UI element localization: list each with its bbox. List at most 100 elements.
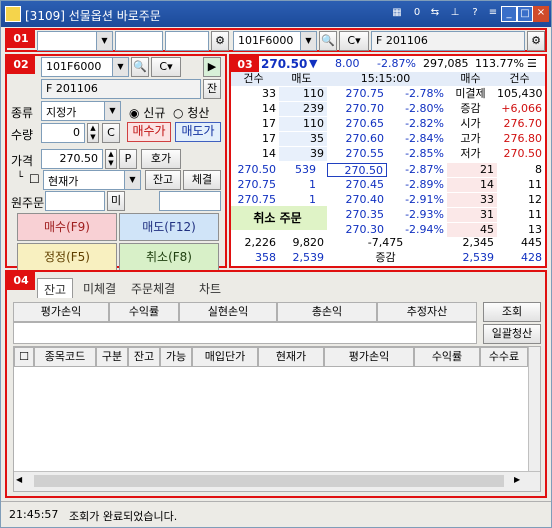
col-balance: 잔고 xyxy=(128,347,160,367)
filter-icon[interactable]: C▾ xyxy=(151,57,181,77)
help-icon[interactable]: ? xyxy=(467,6,483,22)
bid-price[interactable]: 270.50 xyxy=(327,163,387,177)
price-stepper[interactable]: ▲ ▼ xyxy=(105,149,117,169)
ask-price[interactable]: 270.55 xyxy=(327,147,387,161)
ask-qty[interactable]: 239 xyxy=(279,102,327,116)
ask-qty[interactable]: 39 xyxy=(279,147,327,161)
select-all-checkbox[interactable]: ☐ xyxy=(14,347,34,367)
account-name-field[interactable] xyxy=(115,31,163,51)
bid-qty[interactable]: 21 xyxy=(447,163,497,177)
bulk-close-button[interactable]: 일괄청산 xyxy=(483,324,541,344)
current-price-select[interactable]: 현재가 ▼ xyxy=(43,170,141,190)
order-type-select[interactable]: 지정가 ▼ xyxy=(41,101,121,121)
ask-qty[interactable]: 35 xyxy=(279,132,327,146)
order-name-field: F 201106 xyxy=(41,79,201,99)
list-icon[interactable]: ≡ xyxy=(485,6,501,22)
ask-rate: -2.84% xyxy=(405,132,444,145)
query-button[interactable]: 조회 xyxy=(483,302,541,322)
ask-qty[interactable]: 110 xyxy=(279,87,327,101)
ask-price[interactable]: 270.70 xyxy=(327,102,387,116)
pin-icon[interactable]: ⊥ xyxy=(447,6,463,22)
layout-icon[interactable]: ▦ xyxy=(389,6,405,22)
cancel-order-button[interactable]: 취소 주문 xyxy=(231,206,327,230)
bid-price[interactable]: 270.45 xyxy=(327,178,387,192)
tab-unfilled[interactable]: 미체결 xyxy=(77,278,122,298)
ask-qty[interactable]: 110 xyxy=(279,117,327,131)
ask-price[interactable]: 270.65 xyxy=(327,117,387,131)
new-radio[interactable]: ◉ 신규 xyxy=(129,104,165,121)
tab-order-exec[interactable]: 주문체결 xyxy=(125,278,181,298)
col-type: 구분 xyxy=(96,347,128,367)
order-code-field[interactable]: 101F6000 ▼ xyxy=(41,57,129,77)
sell-button[interactable]: 매도(F12) xyxy=(119,213,219,241)
orig-qty-input[interactable] xyxy=(159,191,221,211)
bid-rate: -2.87% xyxy=(405,163,444,176)
ask-price[interactable]: 270.75 xyxy=(327,87,387,101)
scroll-thumb[interactable] xyxy=(34,475,504,487)
bid-price[interactable]: 270.35 xyxy=(327,208,387,222)
modify-button[interactable]: 정정(F5) xyxy=(17,243,117,271)
sell-price-button[interactable]: 매도가 xyxy=(175,122,221,142)
menu-icon[interactable]: ☰ xyxy=(527,57,540,71)
bid-price[interactable]: 270.30 xyxy=(327,223,387,237)
section-badge-01: 01 xyxy=(7,30,35,48)
quote-button[interactable]: 호가 xyxy=(141,149,181,169)
close-button[interactable]: × xyxy=(533,6,549,22)
p-button[interactable]: P xyxy=(119,149,137,169)
orig-order-input[interactable] xyxy=(45,191,105,211)
ask-count: 17 xyxy=(262,132,276,145)
chevron-down-icon[interactable]: ▼ xyxy=(96,32,112,50)
vertical-scrollbar[interactable] xyxy=(528,347,540,471)
section-02: 02 101F6000 ▼ 🔍 C▾ ▶ F 201106 잔 종류 지정가 ▼… xyxy=(5,54,227,271)
bid-qty[interactable]: 31 xyxy=(447,208,497,222)
horizontal-scrollbar[interactable]: ◀ ▶ xyxy=(14,471,540,491)
account-select[interactable]: ▼ xyxy=(37,31,113,51)
chevron-down-icon[interactable]: ▼ xyxy=(112,58,128,76)
maximize-button[interactable]: □ xyxy=(517,6,533,22)
zero-icon[interactable]: 0 xyxy=(409,6,425,22)
clear-button[interactable]: C xyxy=(102,123,120,143)
balance2-button[interactable]: 잔고 xyxy=(145,170,181,190)
search-icon[interactable]: 🔍 xyxy=(131,57,149,77)
scroll-right-icon[interactable]: ▶ xyxy=(514,475,526,487)
price-input[interactable]: 270.50 xyxy=(41,149,103,169)
exec-button[interactable]: 체결 xyxy=(183,170,221,190)
chevron-down-icon[interactable]: ▼ xyxy=(124,171,140,189)
scroll-left-icon[interactable]: ◀ xyxy=(16,475,28,487)
qty-input[interactable]: 0 xyxy=(41,123,85,143)
bid-qty[interactable]: 14 xyxy=(447,178,497,192)
buy-price-button[interactable]: 매수가 xyxy=(127,122,171,142)
bid-count: 11 xyxy=(528,208,542,221)
trade-qty: 1 xyxy=(309,178,316,191)
bid-price[interactable]: 270.40 xyxy=(327,193,387,207)
chevron-down-icon[interactable]: ▼ xyxy=(104,102,120,120)
link-icon[interactable]: ⇆ xyxy=(427,6,443,22)
balance-button[interactable]: 잔 xyxy=(203,79,221,99)
cancel-button[interactable]: 취소(F8) xyxy=(119,243,219,271)
settings-icon[interactable]: ⚙ xyxy=(527,31,545,51)
password-field[interactable] xyxy=(165,31,209,51)
bid-count: 13 xyxy=(528,223,542,236)
info-label: 증감 xyxy=(460,102,481,115)
ask-rate: -2.80% xyxy=(405,102,444,115)
section-badge-04: 04 xyxy=(7,272,35,290)
buy-button[interactable]: 매수(F9) xyxy=(17,213,117,241)
mi-button[interactable]: 미 xyxy=(107,191,125,211)
close-radio[interactable]: ○ 청산 xyxy=(173,104,209,121)
bid-qty[interactable]: 45 xyxy=(447,223,497,237)
right-code-field[interactable]: 101F6000 ▼ xyxy=(233,31,317,51)
tab-chart[interactable]: 차트 xyxy=(193,278,227,298)
qty-stepper[interactable]: ▲ ▼ xyxy=(87,123,99,143)
header-buy-qty: 매수 xyxy=(447,72,497,86)
change-label: 증감 xyxy=(375,251,396,264)
minimize-button[interactable]: _ xyxy=(501,6,517,22)
filter-icon[interactable]: C▾ xyxy=(339,31,369,51)
ask-price[interactable]: 270.60 xyxy=(327,132,387,146)
play-icon[interactable]: ▶ xyxy=(203,57,221,77)
search-icon[interactable]: 🔍 xyxy=(319,31,337,51)
current-price-checkbox[interactable]: ☐ xyxy=(29,172,40,186)
settings-icon[interactable]: ⚙ xyxy=(211,31,229,51)
tab-balance[interactable]: 잔고 xyxy=(37,278,74,298)
bid-qty[interactable]: 33 xyxy=(447,193,497,207)
chevron-down-icon[interactable]: ▼ xyxy=(300,32,316,50)
